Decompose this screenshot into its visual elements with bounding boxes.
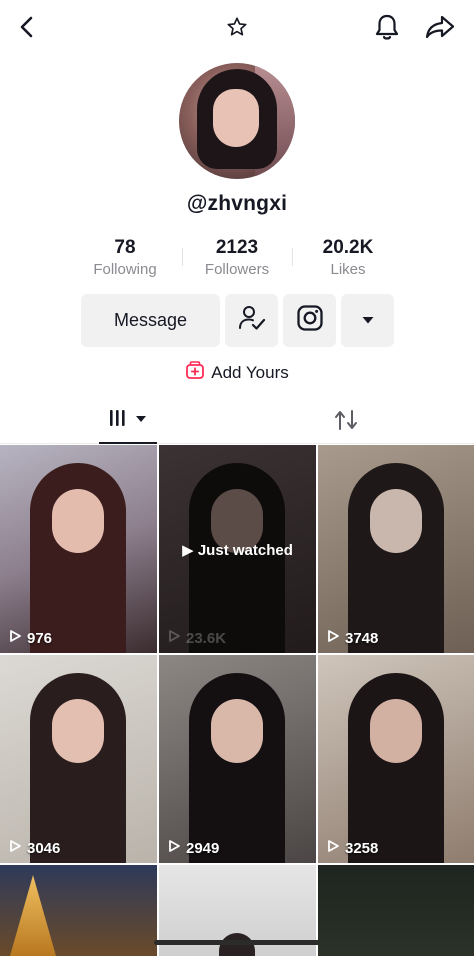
thumbnail-face [211, 699, 263, 763]
view-count: 3258 [326, 839, 378, 857]
back-icon[interactable] [10, 10, 44, 44]
favorite-star-icon[interactable] [220, 10, 254, 44]
add-yours-label: Add Yours [211, 362, 289, 382]
home-indicator[interactable] [154, 940, 320, 945]
play-icon [326, 629, 340, 647]
view-count-value: 2949 [186, 839, 220, 857]
more-button[interactable] [341, 294, 394, 347]
stat-likes[interactable]: 20.2K Likes [288, 236, 408, 280]
username: @zhvngxi [186, 192, 288, 215]
share-icon[interactable] [423, 10, 457, 44]
following-button[interactable] [225, 294, 278, 347]
top-bar [0, 0, 474, 56]
grid-icon [107, 408, 149, 435]
instagram-icon [296, 304, 324, 337]
just-watched-text: Just watched [197, 542, 293, 559]
add-yours-link[interactable]: Add Yours [0, 360, 474, 385]
video-thumbnail[interactable]: ▶ Just watched 23.6K [159, 445, 316, 653]
play-icon [326, 839, 340, 857]
view-count-value: 23.6K [186, 629, 227, 647]
message-button[interactable]: Message [81, 294, 220, 347]
video-thumbnail[interactable]: 3258 [318, 655, 474, 863]
play-icon [167, 629, 181, 647]
video-thumbnail[interactable]: 3748 [318, 445, 474, 653]
video-thumbnail[interactable] [0, 865, 157, 956]
view-count-value: 3258 [345, 839, 379, 857]
view-count: 2949 [167, 839, 219, 857]
profile-actions: Message [0, 294, 474, 347]
thumbnail-face [370, 699, 422, 763]
instagram-button[interactable] [283, 294, 336, 347]
video-thumbnail[interactable] [318, 865, 474, 956]
just-watched-label: ▶ Just watched [159, 541, 316, 559]
video-thumbnail[interactable]: 3046 [0, 655, 157, 863]
stat-value: 2123 [215, 237, 259, 258]
stat-followers[interactable]: 2123 Followers [177, 236, 297, 280]
avatar-face [213, 89, 259, 147]
thumbnail-face [52, 699, 104, 763]
view-count-value: 3748 [345, 629, 379, 647]
video-thumbnail[interactable]: 976 [0, 445, 157, 653]
play-icon [8, 839, 22, 857]
add-yours-icon [185, 360, 205, 385]
profile-stats: 78 Following 2123 Followers 20.2K Likes [0, 236, 474, 286]
stat-label: Following [93, 261, 157, 278]
caret-down-icon [361, 312, 375, 330]
play-icon [8, 629, 22, 647]
bell-icon[interactable] [370, 10, 404, 44]
tab-videos[interactable] [99, 400, 157, 444]
stat-label: Followers [204, 261, 270, 278]
view-count: 976 [8, 629, 52, 647]
video-thumbnail[interactable]: 2949 [159, 655, 316, 863]
play-icon [167, 839, 181, 857]
tab-reposts[interactable] [326, 400, 366, 444]
thumbnail-face [52, 489, 104, 553]
view-count-value: 3046 [27, 839, 61, 857]
view-count: 3046 [8, 839, 60, 857]
view-count: 3748 [326, 629, 378, 647]
stat-following[interactable]: 78 Following [65, 236, 185, 280]
content-tabs [0, 400, 474, 444]
thumbnail-tower [10, 875, 56, 956]
stat-value: 78 [114, 237, 136, 258]
stat-label: Likes [330, 261, 366, 278]
repost-icon [333, 408, 359, 437]
play-filled-icon: ▶ [182, 542, 194, 559]
view-count-value: 976 [27, 629, 53, 647]
user-check-icon [238, 304, 266, 337]
thumbnail-face [370, 489, 422, 553]
view-count: 23.6K [167, 629, 226, 647]
avatar[interactable] [179, 63, 295, 179]
stat-value: 20.2K [322, 237, 374, 258]
